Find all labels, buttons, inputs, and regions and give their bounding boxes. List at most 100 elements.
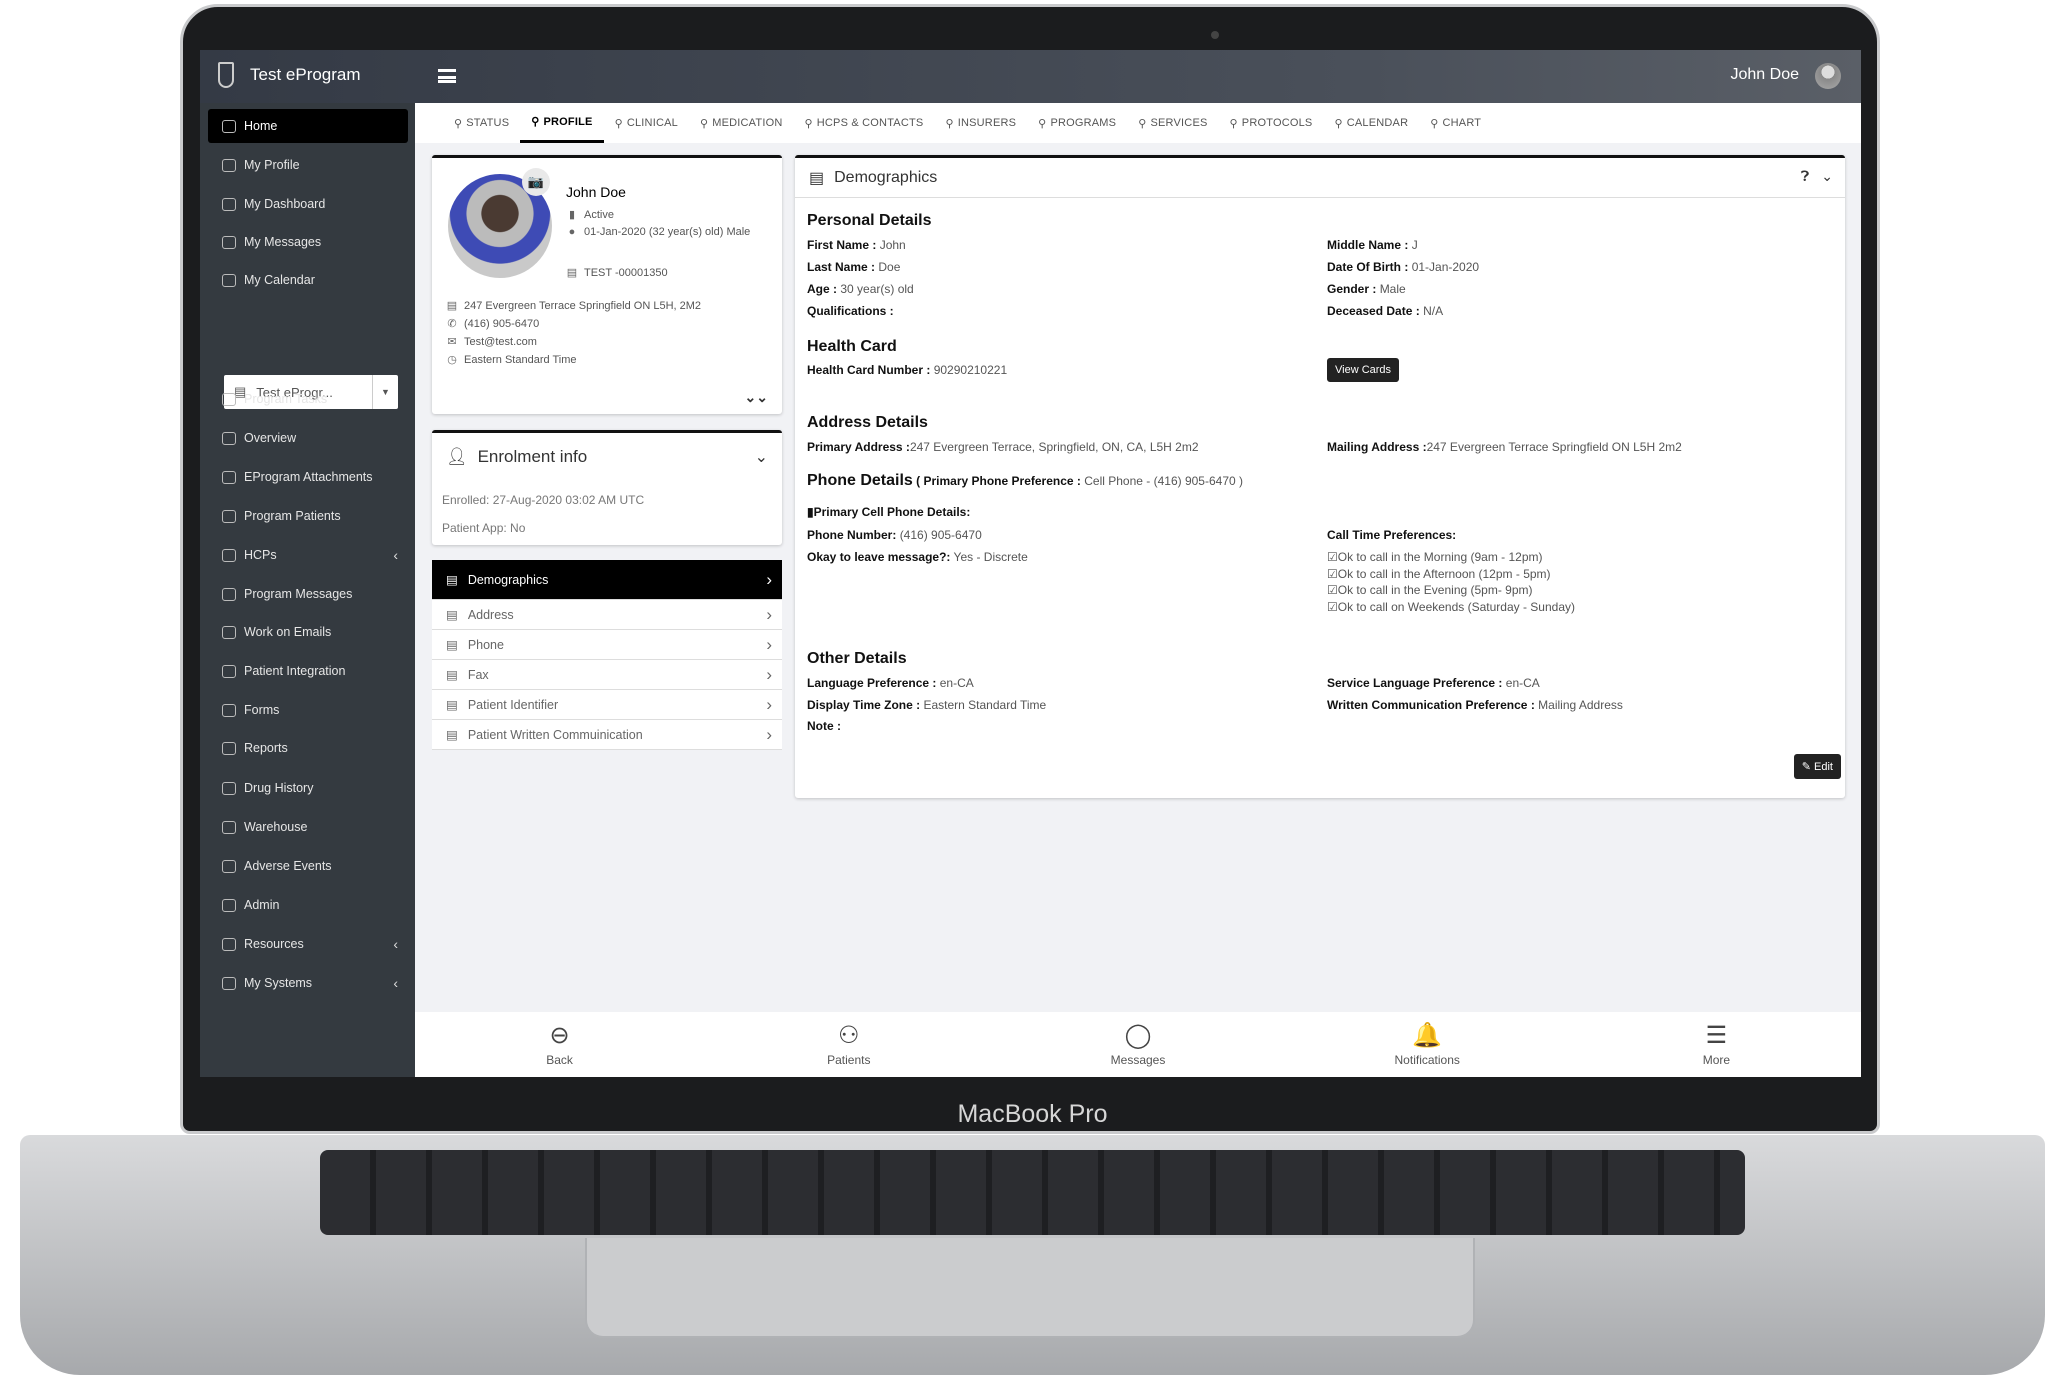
menu-item-demographics[interactable]: ▤ Demographics ›: [432, 560, 782, 600]
menu-item-patient-identifier[interactable]: ▤ Patient Identifier ›: [432, 690, 782, 720]
id-card-icon: ▤: [566, 267, 578, 279]
sidebar-item-my-dashboard[interactable]: My Dashboard: [208, 187, 408, 221]
file-plus-icon: [222, 470, 236, 484]
tab-protocols[interactable]: ⚲ Protocols: [1219, 103, 1324, 143]
nav-patients[interactable]: ⚇ Patients: [704, 1012, 993, 1077]
chevron-left-icon: ‹: [393, 936, 398, 952]
tab-hcps-contacts[interactable]: ⚲ HCPs & Contacts: [793, 103, 934, 143]
written-comm-label: Written Communication Preference :: [1327, 698, 1535, 712]
menu-item-fax[interactable]: ▤ Fax ›: [432, 660, 782, 690]
chart-icon: ⚲: [1430, 117, 1439, 130]
sidebar-item-forms[interactable]: Forms: [208, 693, 408, 727]
edit-button[interactable]: ✎ Edit: [1793, 754, 1841, 779]
sidebar-item-label: My Profile: [244, 158, 300, 172]
chevron-down-icon[interactable]: ⌄: [1821, 168, 1833, 185]
sidebar-item-eprogram-attachments[interactable]: EProgram Attachments: [208, 460, 408, 494]
chevron-right-icon: ›: [766, 694, 772, 714]
sidebar-item-reports[interactable]: Reports: [208, 731, 408, 765]
profile-tabs: ⚲ Status ⚲ Profile ⚲ Clinical ⚲ Medication ⚲ HCPs…: [415, 103, 1861, 143]
user-avatar[interactable]: [1815, 63, 1841, 89]
fax-icon: ▤: [446, 668, 458, 682]
tab-label: Clinical: [626, 117, 678, 129]
service-language-value: en-CA: [1505, 676, 1540, 690]
user-icon: ⚲: [945, 117, 954, 130]
tab-status[interactable]: ⚲ Status: [443, 103, 520, 143]
sidebar-item-label: My Systems: [244, 976, 313, 990]
call-time-option: ☑Ok to call on Weekends (Saturday - Sund…: [1327, 600, 1575, 614]
primary-address-value: 247 Evergreen Terrace, Springfield, ON, …: [909, 440, 1199, 454]
phone-icon: ▤: [446, 638, 458, 652]
sidebar-item-adverse-events[interactable]: Adverse Events: [208, 849, 408, 883]
sidebar-item-resources[interactable]: Resources ‹: [208, 927, 408, 961]
checkbox-checked-icon[interactable]: ☑: [1327, 600, 1338, 614]
sidebar-item-program-patients[interactable]: Program Patients: [208, 499, 408, 533]
mobile-icon: ▮: [807, 505, 814, 519]
status-icon: ▮: [568, 209, 576, 221]
tab-profile[interactable]: ⚲ Profile: [520, 103, 604, 143]
sidebar-item-program-messages[interactable]: Program Messages: [208, 577, 408, 611]
camera-icon[interactable]: 📷: [522, 168, 550, 196]
sidebar-item-my-profile[interactable]: My Profile: [208, 148, 408, 182]
tab-insurers[interactable]: ⚲ Insurers: [934, 103, 1027, 143]
dob-label: Date Of Birth :: [1327, 260, 1409, 274]
tab-services[interactable]: ⚲ Services: [1127, 103, 1218, 143]
group-icon: [222, 548, 236, 562]
sidebar-item-drug-history[interactable]: Drug History: [208, 771, 408, 805]
user-icon: [222, 664, 236, 678]
nav-messages[interactable]: ◯ Messages: [993, 1012, 1282, 1077]
envelope-icon: [222, 235, 236, 249]
help-icon[interactable]: ❓︎: [1801, 168, 1809, 185]
sidebar-item-home[interactable]: Home: [208, 109, 408, 143]
tab-calendar[interactable]: ⚲ Calendar: [1323, 103, 1419, 143]
tab-chart[interactable]: ⚲ Chart: [1419, 103, 1492, 143]
tab-medication[interactable]: ⚲ Medication: [689, 103, 794, 143]
expand-double-chevron-icon[interactable]: ⌄⌄: [745, 389, 768, 406]
nav-label: Back: [546, 1052, 573, 1067]
tab-label: Medication: [712, 117, 783, 129]
sidebar-item-my-calendar[interactable]: My Calendar: [208, 263, 408, 297]
demographics-title: Demographics: [834, 168, 938, 186]
nav-notifications[interactable]: 🔔 Notifications: [1283, 1012, 1572, 1077]
menu-item-phone[interactable]: ▤ Phone ›: [432, 630, 782, 660]
checkbox-checked-icon[interactable]: ☑: [1327, 550, 1338, 564]
sidebar-item-warehouse[interactable]: Warehouse: [208, 810, 408, 844]
menu-item-label: Address: [467, 607, 514, 622]
qualifications-label: Qualifications :: [807, 304, 894, 318]
tab-programs[interactable]: ⚲ Programs: [1027, 103, 1127, 143]
sidebar-item-hcps[interactable]: HCPs ‹: [208, 538, 408, 572]
sidebar-item-overview[interactable]: Overview: [208, 421, 408, 455]
menu-item-patient-written-commuinication[interactable]: ▤ Patient Written Commuinication ›: [432, 720, 782, 750]
sidebar-item-my-systems[interactable]: My Systems ‹: [208, 966, 408, 1000]
sidebar-item-admin[interactable]: Admin: [208, 888, 408, 922]
phone-icon: ✆: [447, 318, 457, 330]
checkbox-checked-icon[interactable]: ☑: [1327, 567, 1338, 581]
back-icon: ⊖: [549, 1021, 570, 1049]
sidebar-item-work-on-emails[interactable]: Work on Emails: [208, 615, 408, 649]
user-name[interactable]: John Doe: [1731, 66, 1800, 84]
document-icon: ▤: [446, 728, 458, 742]
sidebar-item-program-tasks[interactable]: Program Tasks: [208, 382, 408, 416]
health-card-number-label: Health Card Number :: [807, 363, 931, 377]
nav-more[interactable]: ☰ More: [1572, 1012, 1861, 1077]
middle-name-label: Middle Name :: [1327, 238, 1409, 252]
chevron-down-icon[interactable]: ⌄: [755, 447, 768, 467]
patient-email[interactable]: Test@test.com: [464, 336, 537, 348]
sidebar-item-label: Reports: [244, 741, 288, 755]
clock-icon: ◷: [447, 354, 457, 366]
sidebar-item-my-messages[interactable]: My Messages: [208, 225, 408, 259]
chevron-right-icon: ›: [766, 634, 772, 654]
view-cards-button[interactable]: View Cards: [1327, 358, 1400, 382]
checkbox-checked-icon[interactable]: ☑: [1327, 583, 1338, 597]
call-time-label: Ok to call in the Afternoon (12pm - 5pm): [1337, 566, 1551, 581]
call-time-option: ☑Ok to call in the Morning (9am - 12pm): [1327, 550, 1543, 564]
app-name: Test eProgram: [250, 65, 361, 84]
tab-clinical[interactable]: ⚲ Clinical: [604, 103, 689, 143]
call-time-label: Ok to call in the Evening (5pm- 9pm): [1337, 583, 1533, 597]
home-icon: [222, 119, 236, 133]
menu-item-address[interactable]: ▤ Address ›: [432, 600, 782, 630]
sidebar-item-patient-integration[interactable]: Patient Integration: [208, 654, 408, 688]
bell-icon: 🔔: [1412, 1021, 1443, 1049]
hamburger-menu-icon[interactable]: [438, 69, 456, 83]
chevron-right-icon: ›: [766, 569, 772, 589]
nav-back[interactable]: ⊖ Back: [415, 1012, 704, 1077]
